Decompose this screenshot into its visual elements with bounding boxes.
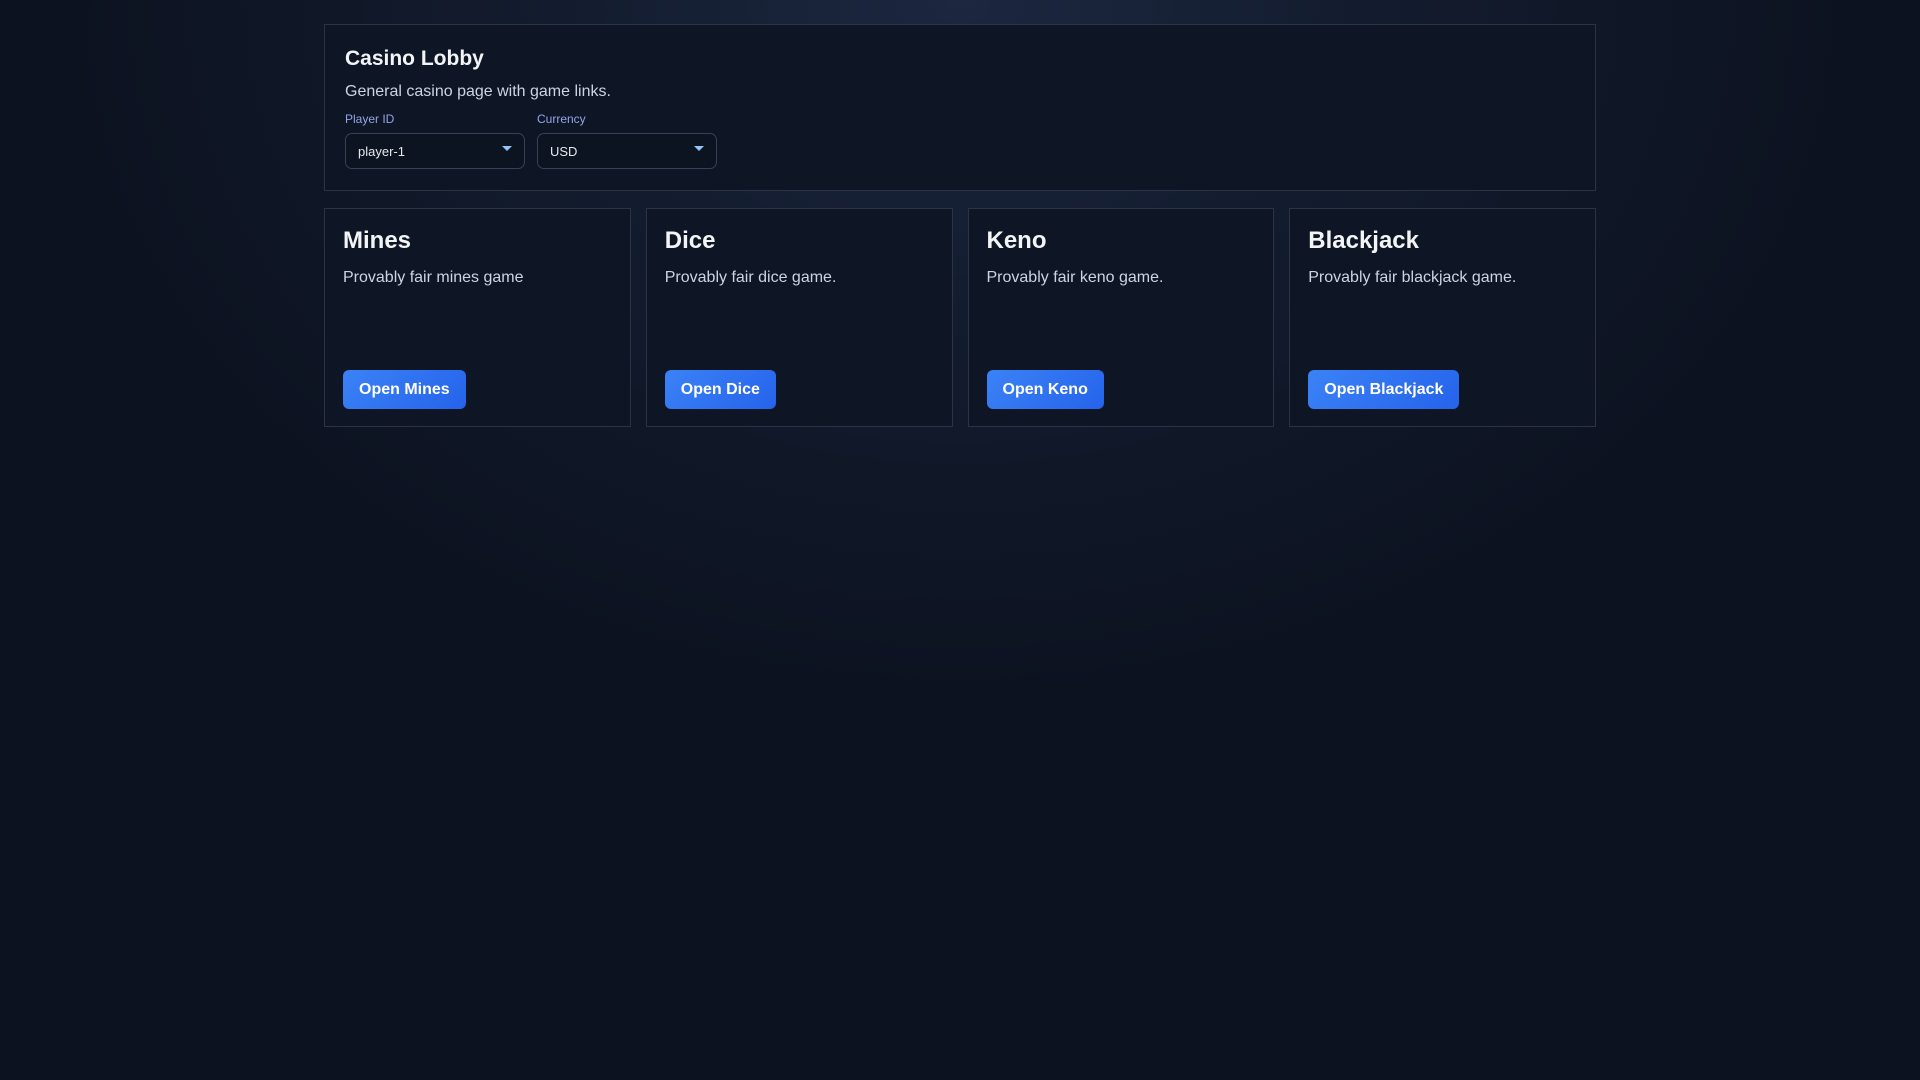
open-dice-button[interactable]: Open Dice	[664, 370, 776, 409]
player-id-value: player-1	[358, 143, 405, 159]
game-title: Keno	[986, 227, 1047, 254]
chevron-down-icon	[502, 145, 512, 151]
chevron-down-icon	[694, 145, 704, 151]
game-description: Provably fair blackjack game.	[1308, 269, 1517, 286]
currency-label: Currency	[537, 112, 586, 126]
game-description: Provably fair keno game.	[986, 269, 1164, 286]
game-card-dice: Dice Provably fair dice game. Open Dice	[645, 208, 953, 427]
game-card-keno: Keno Provably fair keno game. Open Keno	[967, 208, 1275, 427]
player-id-label: Player ID	[345, 112, 395, 126]
game-card-blackjack: Blackjack Provably fair blackjack game. Op…	[1289, 208, 1596, 427]
currency-value: USD	[550, 143, 578, 159]
open-blackjack-button[interactable]: Open Blackjack	[1308, 370, 1460, 409]
lobby: Casino Lobby General casino page with ga…	[324, 24, 1596, 427]
page-subtitle: General casino page with game links.	[345, 83, 611, 100]
game-card-mines: Mines Provably fair mines game Open Mines	[324, 208, 631, 427]
game-title: Dice	[664, 227, 716, 254]
open-keno-button[interactable]: Open Keno	[986, 370, 1104, 409]
lobby-header: Casino Lobby General casino page with ga…	[324, 24, 1596, 191]
open-mines-button[interactable]: Open Mines	[343, 370, 466, 409]
currency-select[interactable]: USD	[537, 133, 717, 169]
player-id-select[interactable]: player-1	[345, 133, 525, 169]
game-title: Mines	[343, 227, 412, 254]
game-description: Provably fair mines game	[343, 269, 524, 286]
game-description: Provably fair dice game.	[664, 269, 837, 286]
game-title: Blackjack	[1308, 227, 1420, 254]
page-title: Casino Lobby	[345, 47, 484, 70]
